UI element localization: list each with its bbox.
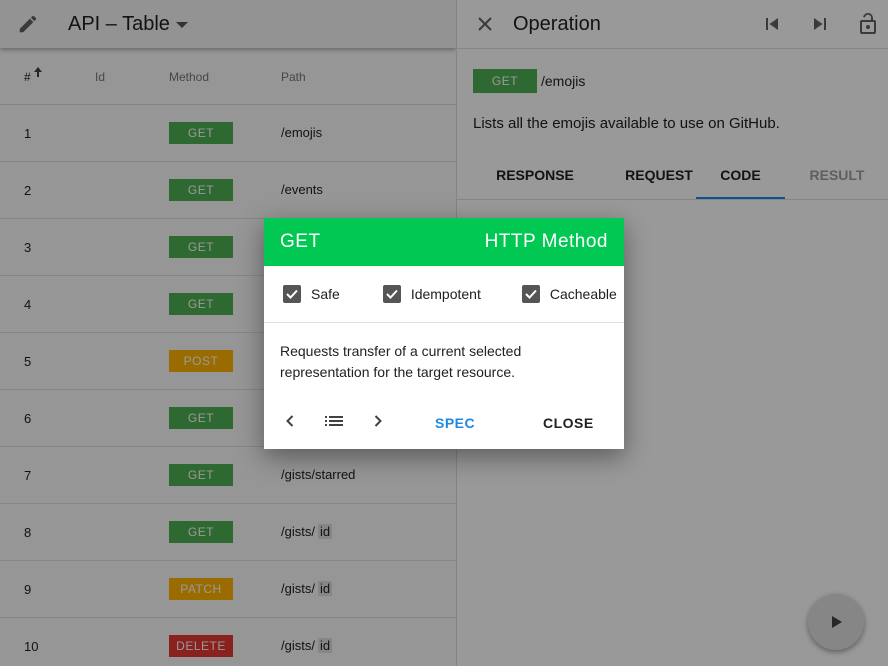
chevron-right-icon[interactable] [368,411,388,431]
check-idempotent-label: Idempotent [410,286,481,302]
dialog-method: GET [280,231,321,252]
check-cacheable[interactable]: Cacheable [521,285,617,303]
checkbox-checked-icon [382,285,401,303]
dialog-description: Requests transfer of a current selected … [280,343,522,380]
method-properties: Safe Idempotent Cacheable [264,266,624,323]
chevron-left-icon[interactable] [280,411,300,431]
checkbox-checked-icon [283,285,301,303]
list-icon[interactable] [324,411,344,431]
checkbox-checked-icon [521,285,540,303]
dialog-header: GET HTTP Method [264,218,624,266]
check-safe[interactable]: Safe [283,285,340,303]
check-cacheable-label: Cacheable [549,286,617,302]
close-button[interactable]: CLOSE [543,415,594,431]
spec-button[interactable]: SPEC [435,415,475,431]
check-idempotent[interactable]: Idempotent [382,285,481,303]
check-safe-label: Safe [311,286,340,302]
http-method-dialog: GET HTTP Method Safe Idempotent Cacheabl… [264,218,624,449]
dialog-actions: SPEC CLOSE [264,403,624,447]
dialog-title: HTTP Method [484,231,608,252]
